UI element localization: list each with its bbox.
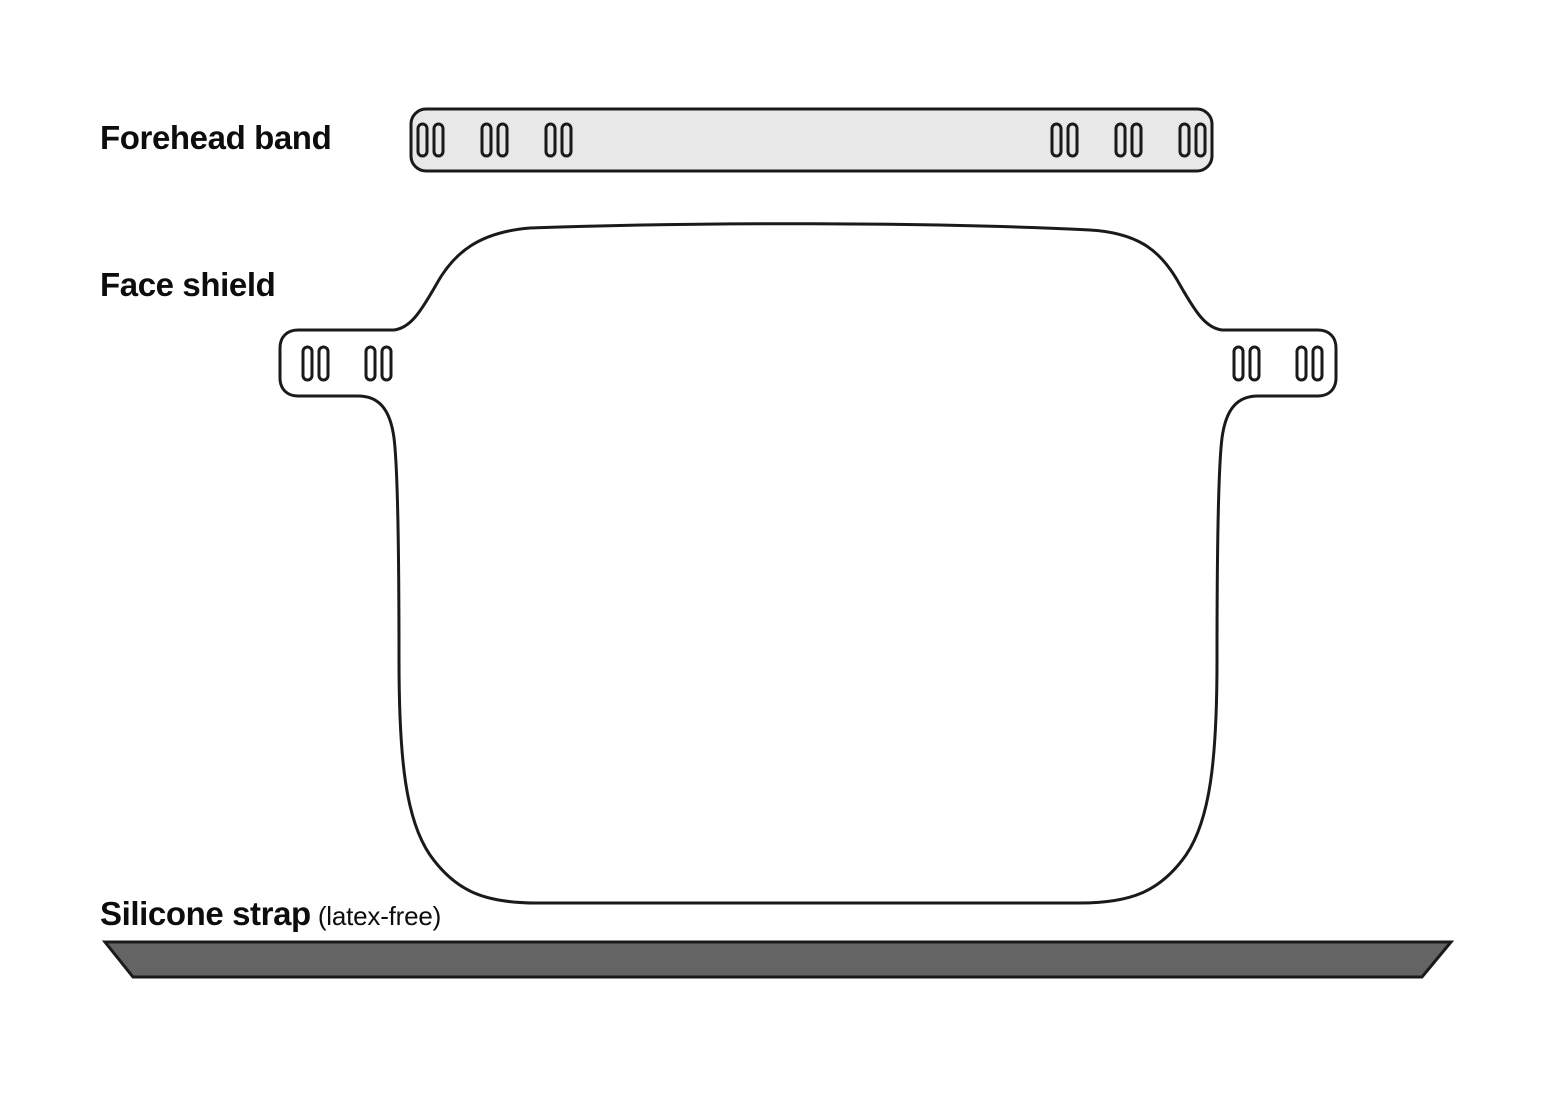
- forehead-band-body: [409, 107, 1214, 173]
- parts-illustration: [101, 107, 1455, 979]
- silicone-strap-body: [101, 940, 1455, 979]
- silicone-strap-part: [101, 940, 1455, 979]
- face-shield-body: [278, 222, 1338, 905]
- forehead-band-part: [409, 107, 1214, 173]
- diagram-canvas: Forehead band Face shield Silicone strap…: [0, 0, 1560, 1100]
- face-shield-part: [278, 222, 1338, 905]
